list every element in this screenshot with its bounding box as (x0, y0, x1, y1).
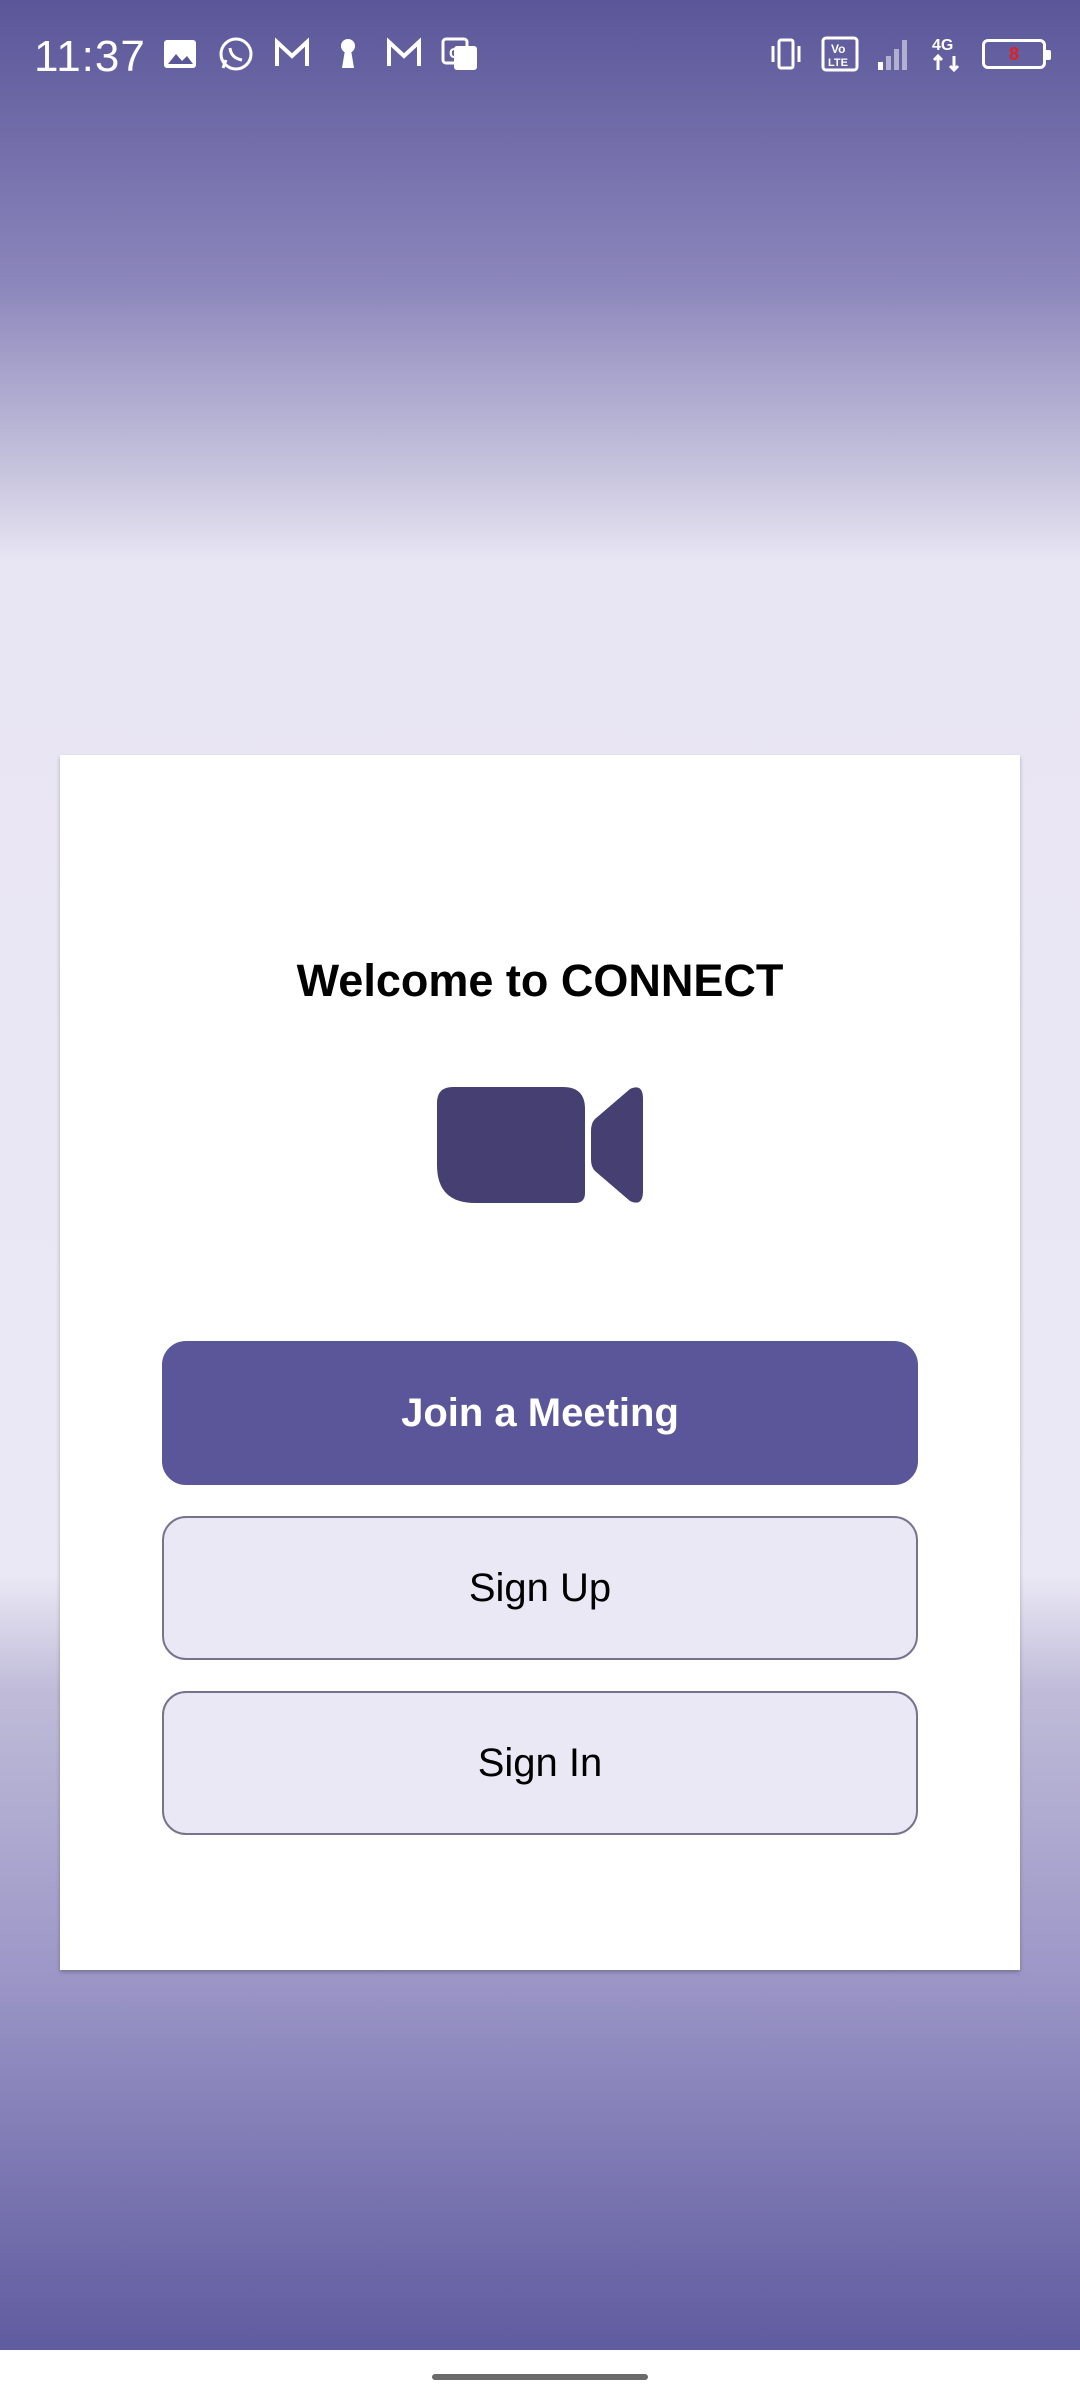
status-time: 11:37 (34, 32, 146, 81)
signal-icon (874, 34, 914, 74)
gmail-icon (272, 34, 312, 74)
svg-text:4G: 4G (932, 37, 953, 54)
video-camera-icon (435, 1085, 645, 1205)
whatsapp-icon (216, 34, 256, 74)
status-bar: 11:37 G Vo LTE 4G 8 (0, 0, 1080, 118)
svg-text:LTE: LTE (828, 57, 848, 69)
network-4g-icon: 4G (928, 34, 968, 74)
keyhole-icon (328, 34, 368, 74)
system-icons: Vo LTE 4G 8 (766, 34, 1051, 74)
svg-text:G: G (449, 45, 461, 62)
join-meeting-button[interactable]: Join a Meeting (162, 1341, 918, 1485)
welcome-title: Welcome to CONNECT (296, 955, 784, 1006)
svg-text:Vo: Vo (831, 42, 845, 56)
gallery-icon (160, 34, 200, 74)
sign-in-button[interactable]: Sign In (162, 1691, 918, 1835)
translate-icon: G (440, 34, 480, 74)
home-indicator[interactable] (432, 2374, 648, 2380)
volte-icon: Vo LTE (820, 34, 860, 74)
gmail-icon (384, 34, 424, 74)
notification-icons: G (160, 34, 480, 74)
sign-up-button[interactable]: Sign Up (162, 1516, 918, 1660)
battery-icon: 8 (982, 39, 1051, 69)
vibrate-icon (766, 34, 806, 74)
battery-level: 8 (1008, 43, 1019, 64)
